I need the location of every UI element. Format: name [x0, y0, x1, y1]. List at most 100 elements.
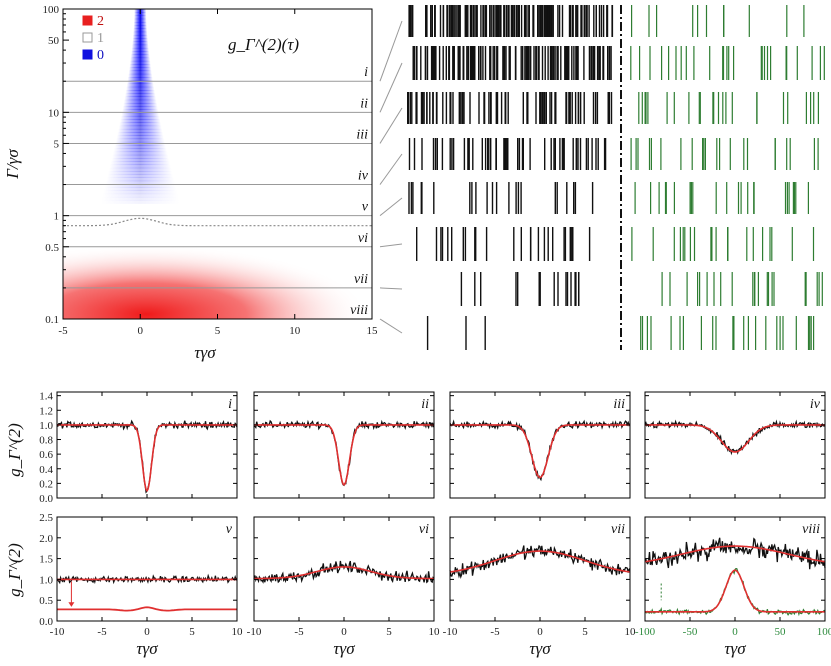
x-tick-label: 10 — [232, 626, 244, 638]
blue-strip — [133, 25, 147, 29]
x-tick-label: 15 — [367, 325, 379, 337]
blue-strip — [108, 171, 173, 175]
x-tick-label: -5 — [294, 626, 304, 638]
x-tick-label: 0 — [144, 626, 150, 638]
y-tick-label: 1.5 — [39, 554, 53, 566]
legend-swatch — [82, 32, 93, 43]
blue-strip — [105, 180, 175, 185]
blue-strip — [116, 135, 164, 140]
panel-bg — [450, 392, 630, 498]
cut-label-v: v — [362, 200, 369, 215]
connector-i — [379, 20, 403, 82]
y-tick-label: 0.1 — [45, 314, 59, 326]
panel-ii: ii — [253, 391, 435, 499]
panel-bg — [450, 517, 630, 621]
green-x-tick-label: 100 — [817, 626, 831, 638]
y-tick-label: 2.0 — [39, 533, 53, 545]
blue-strip — [126, 86, 155, 91]
red-region — [63, 223, 372, 319]
blue-strip — [110, 161, 170, 166]
x-tick-label: -10 — [443, 626, 458, 638]
blue-strip — [130, 54, 150, 59]
legend-label: 2 — [97, 14, 104, 29]
panel-v: v-10 -5 0 5 10τγσ0.00.51.01.52.02.5 — [39, 512, 243, 658]
y-tick-label: 0.5 — [45, 242, 59, 254]
blue-strip — [112, 151, 168, 156]
correlation-panels: i0.00.20.40.60.81.01.21.4ii iii ivv-10 -5 0 5… — [39, 391, 831, 658]
blue-strip — [117, 132, 164, 136]
x-tick-label: 0 — [341, 626, 347, 638]
legend-swatch — [82, 15, 93, 26]
x-tick-label: 5 — [386, 626, 392, 638]
x-tick-label: -10 — [247, 626, 262, 638]
panel-label: iv — [810, 397, 821, 412]
blue-strip — [133, 28, 148, 33]
blue-strip — [112, 154, 169, 159]
green-x-tick-label: 50 — [775, 626, 787, 638]
heatmap-panel: iiiiiiivvviviiviii -5 0 5 10 150.10.51510501… — [3, 4, 378, 362]
blue-strip — [134, 15, 147, 20]
blue-strip — [128, 73, 153, 78]
cut-label-vi: vi — [358, 231, 368, 246]
panels-ylabel-bottom: g_Γ^(2) — [5, 543, 24, 597]
panel-label: i — [228, 397, 232, 412]
blue-strip — [115, 138, 165, 143]
cut-label-viii: viii — [350, 303, 368, 318]
x-tick-label: 5 — [582, 626, 588, 638]
connector-ii — [379, 62, 403, 113]
blue-strip — [120, 115, 160, 120]
blue-strip — [121, 112, 160, 117]
panel-vi: vi -10 -5 0 5 10 τγσ — [247, 516, 441, 658]
spike-trains — [379, 5, 825, 350]
blue-strip — [130, 60, 151, 65]
y-tick-label: 0.2 — [39, 478, 53, 490]
legend-swatch — [82, 49, 93, 60]
green-x-tick-label: -50 — [683, 626, 698, 638]
blue-strip — [132, 41, 149, 46]
blue-strip — [126, 83, 154, 88]
blue-strip — [102, 190, 178, 195]
y-tick-label: 0.5 — [39, 595, 53, 607]
blue-strip — [131, 51, 150, 55]
blue-strip — [125, 93, 156, 97]
heatmap-ylabel: Γ/γσ — [3, 149, 22, 180]
connector-viii — [379, 318, 403, 334]
connector-vi — [379, 243, 403, 248]
y-tick-label: 1.4 — [39, 391, 53, 403]
blue-strip — [123, 102, 158, 107]
x-tick-label: 0 — [138, 325, 144, 337]
blue-strip — [133, 31, 148, 36]
x-tick-label: 5 — [215, 325, 221, 337]
panel-iv: iv — [644, 391, 826, 499]
panel-bg — [57, 392, 237, 498]
panel-bg — [57, 517, 237, 621]
panel-label: vi — [419, 522, 429, 537]
x-tick-label: 10 — [429, 626, 441, 638]
cut-label-vii: vii — [354, 272, 368, 287]
blue-strip — [114, 145, 166, 149]
blue-strip — [129, 67, 152, 72]
legend-label: 1 — [97, 31, 104, 46]
blue-strip — [127, 77, 153, 81]
cut-label-iv: iv — [358, 169, 369, 184]
y-tick-label: 2.5 — [39, 512, 53, 524]
legend-label: 0 — [97, 48, 104, 63]
blue-strip — [123, 99, 157, 104]
x-tick-label: -5 — [58, 325, 68, 337]
blue-strip — [100, 200, 181, 204]
panel-label: ii — [421, 397, 429, 412]
blue-strip — [118, 128, 163, 133]
panel-label: viii — [802, 522, 820, 537]
x-tick-label: -5 — [97, 626, 107, 638]
panel-vii: vii-10 -5 0 5 10τγσ — [443, 516, 636, 658]
panel-label: iii — [613, 397, 625, 412]
panel-xlabel: τγσ — [333, 639, 355, 658]
y-tick-label: 100 — [43, 4, 60, 16]
blue-strip — [133, 18, 147, 23]
blue-strip — [111, 158, 170, 162]
panel-xlabel: τγσ — [529, 639, 551, 658]
y-tick-label: 1.0 — [39, 574, 53, 586]
blue-strip — [133, 21, 147, 26]
y-tick-label: 0.0 — [39, 493, 53, 505]
panel-label: v — [226, 522, 233, 537]
